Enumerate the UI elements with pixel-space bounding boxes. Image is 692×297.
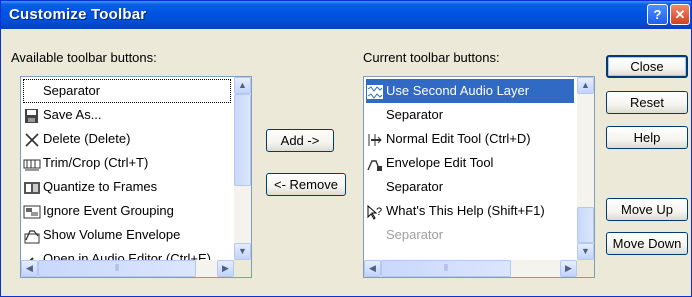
grip-icon: ⦀ — [444, 263, 448, 273]
list-item[interactable]: Quantize to Frames — [23, 175, 157, 199]
help-button[interactable]: Help — [606, 126, 688, 149]
scroll-thumb[interactable] — [577, 207, 594, 243]
remove-button[interactable]: <- Remove — [266, 173, 346, 196]
list-item[interactable]: Separator — [366, 175, 443, 199]
chevron-left-icon: ◀ — [369, 263, 376, 273]
scroll-corner — [577, 260, 594, 277]
list-item[interactable]: Show Volume Envelope — [23, 223, 180, 247]
grouping-icon — [23, 205, 41, 219]
scroll-left-button[interactable]: ◀ — [364, 260, 381, 277]
list-item[interactable]: Delete (Delete) — [23, 127, 130, 151]
chevron-down-icon: ▼ — [581, 246, 590, 256]
list-item[interactable]: Ignore Event Grouping — [23, 199, 174, 223]
list-item-label: Use Second Audio Layer — [386, 83, 530, 98]
chevron-down-icon: ▼ — [238, 246, 247, 256]
list-item-label: Separator — [386, 107, 444, 122]
close-button[interactable]: Close — [606, 55, 688, 78]
list-item-label: Separator — [386, 179, 444, 194]
separator-indent — [366, 108, 384, 124]
chevron-left-icon: ◀ — [26, 263, 33, 273]
scroll-right-button[interactable]: ▶ — [217, 260, 234, 277]
available-horizontal-scrollbar[interactable]: ◀ ⦀ ▶ — [21, 260, 234, 277]
current-vertical-scrollbar[interactable]: ▲ ▼ — [577, 77, 594, 260]
list-item-label: Separator — [386, 227, 444, 242]
available-vertical-scrollbar[interactable]: ▲ ▼ — [234, 77, 251, 260]
list-item-label: Normal Edit Tool (Ctrl+D) — [386, 131, 531, 146]
scroll-down-button[interactable]: ▼ — [577, 243, 594, 260]
scroll-corner — [234, 260, 251, 277]
list-item-label: Envelope Edit Tool — [386, 155, 494, 170]
close-icon: ✕ — [674, 7, 686, 22]
list-item[interactable]: Normal Edit Tool (Ctrl+D) — [366, 127, 531, 151]
current-buttons-list[interactable]: Use Second Audio Layer Separator Normal … — [363, 76, 595, 278]
list-item[interactable]: Save As... — [23, 103, 102, 127]
list-item-label: Delete (Delete) — [43, 131, 131, 146]
list-item-label: Separator — [43, 83, 101, 98]
horizontal-scroll-thumb[interactable]: ⦀ — [38, 260, 196, 277]
scroll-right-button[interactable]: ▶ — [560, 260, 577, 277]
chevron-right-icon: ▶ — [565, 263, 572, 273]
list-item[interactable]: Separator — [366, 223, 443, 247]
list-item[interactable]: Envelope Edit Tool — [366, 151, 493, 175]
scroll-down-button[interactable]: ▼ — [234, 243, 251, 260]
audio-layer-icon — [367, 84, 383, 99]
edit-tool-icon — [368, 133, 382, 146]
quantize-icon — [24, 181, 40, 194]
separator-indent — [366, 228, 384, 244]
title-bar[interactable]: Customize Toolbar ? ✕ — [1, 1, 691, 29]
scroll-up-button[interactable]: ▲ — [577, 77, 594, 94]
list-item-label: Show Volume Envelope — [43, 227, 181, 242]
question-icon: ? — [653, 7, 662, 22]
chevron-up-icon: ▲ — [238, 80, 247, 90]
list-item[interactable]: Separator — [366, 103, 443, 127]
trim-icon — [23, 159, 41, 171]
available-buttons-label: Available toolbar buttons: — [11, 50, 157, 65]
svg-text:?: ? — [376, 206, 382, 218]
list-item-label: Trim/Crop (Ctrl+T) — [43, 155, 149, 170]
separator-indent — [366, 180, 384, 196]
available-buttons-list[interactable]: Separator Save As... Delete (Delete) Tri… — [20, 76, 252, 278]
title-close-button[interactable]: ✕ — [670, 4, 690, 25]
move-down-button[interactable]: Move Down — [606, 232, 688, 255]
list-item-label: Quantize to Frames — [43, 179, 158, 194]
list-item-selected[interactable]: Use Second Audio Layer — [366, 79, 574, 103]
reset-button[interactable]: Reset — [606, 91, 688, 114]
chevron-up-icon: ▲ — [581, 80, 590, 90]
envelope-tool-icon — [367, 159, 382, 171]
delete-x-icon — [25, 132, 39, 147]
scroll-thumb[interactable] — [234, 94, 251, 186]
list-item[interactable]: ? What's This Help (Shift+F1) — [366, 199, 545, 223]
scroll-up-button[interactable]: ▲ — [234, 77, 251, 94]
list-item-label: Save As... — [43, 107, 102, 122]
grip-icon: ⦀ — [115, 263, 119, 273]
list-item[interactable]: Trim/Crop (Ctrl+T) — [23, 151, 148, 175]
chevron-right-icon: ▶ — [222, 263, 229, 273]
whats-this-icon: ? — [367, 204, 382, 220]
list-item[interactable]: Separator — [23, 79, 231, 103]
horizontal-scroll-thumb[interactable]: ⦀ — [381, 260, 511, 277]
move-up-button[interactable]: Move Up — [606, 198, 688, 221]
current-horizontal-scrollbar[interactable]: ◀ ⦀ ▶ — [364, 260, 577, 277]
title-help-button[interactable]: ? — [647, 4, 668, 25]
volume-envelope-icon — [24, 229, 40, 244]
separator-indent — [23, 84, 41, 100]
list-item-label: What's This Help (Shift+F1) — [386, 203, 545, 218]
floppy-icon — [25, 108, 38, 123]
scroll-left-button[interactable]: ◀ — [21, 260, 38, 277]
add-button[interactable]: Add -> — [266, 129, 334, 152]
dialog-title: Customize Toolbar — [9, 6, 147, 23]
list-item-label: Ignore Event Grouping — [43, 203, 174, 218]
current-buttons-label: Current toolbar buttons: — [363, 50, 500, 65]
customize-toolbar-dialog: Customize Toolbar ? ✕ Available toolbar … — [0, 0, 692, 297]
